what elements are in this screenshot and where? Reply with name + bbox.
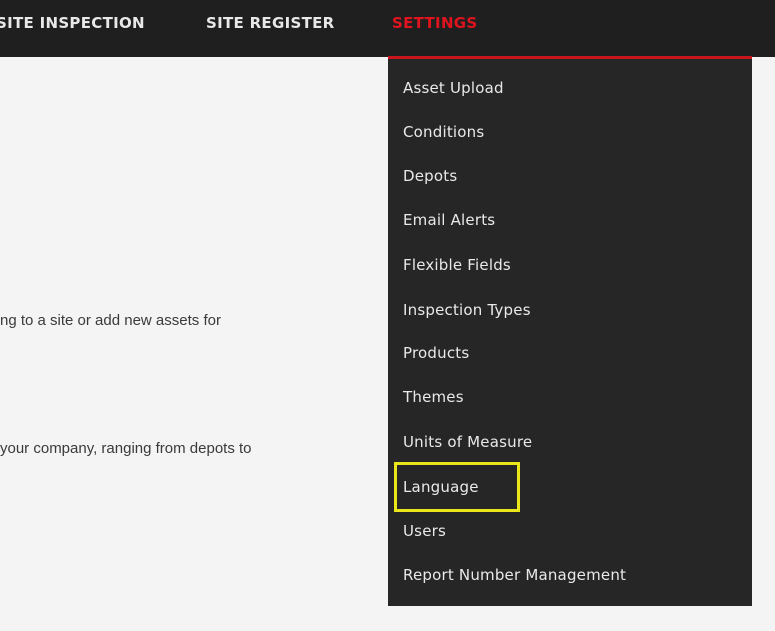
- menu-item-themes[interactable]: Themes: [403, 388, 464, 406]
- nav-site-inspection[interactable]: SITE INSPECTION: [0, 14, 145, 32]
- settings-dropdown-menu: Asset Upload Conditions Depots Email Ale…: [388, 59, 752, 606]
- body-text-line-2: your company, ranging from depots to: [0, 440, 252, 457]
- menu-item-email-alerts[interactable]: Email Alerts: [403, 211, 495, 229]
- nav-settings[interactable]: SETTINGS: [392, 14, 478, 32]
- menu-item-products[interactable]: Products: [403, 344, 469, 362]
- menu-item-depots[interactable]: Depots: [403, 167, 457, 185]
- menu-item-inspection-types[interactable]: Inspection Types: [403, 301, 531, 319]
- top-navigation-bar: SITE INSPECTION SITE REGISTER SETTINGS: [0, 0, 775, 57]
- page: SITE INSPECTION SITE REGISTER SETTINGS n…: [0, 0, 775, 631]
- menu-item-report-number-management[interactable]: Report Number Management: [403, 566, 626, 584]
- menu-item-units-of-measure[interactable]: Units of Measure: [403, 433, 532, 451]
- menu-item-conditions[interactable]: Conditions: [403, 123, 484, 141]
- nav-site-register[interactable]: SITE REGISTER: [206, 14, 335, 32]
- menu-item-users[interactable]: Users: [403, 522, 446, 540]
- body-text-line-1: ng to a site or add new assets for: [0, 312, 221, 329]
- menu-item-flexible-fields[interactable]: Flexible Fields: [403, 256, 511, 274]
- menu-item-language[interactable]: Language: [403, 478, 479, 496]
- menu-item-asset-upload[interactable]: Asset Upload: [403, 79, 504, 97]
